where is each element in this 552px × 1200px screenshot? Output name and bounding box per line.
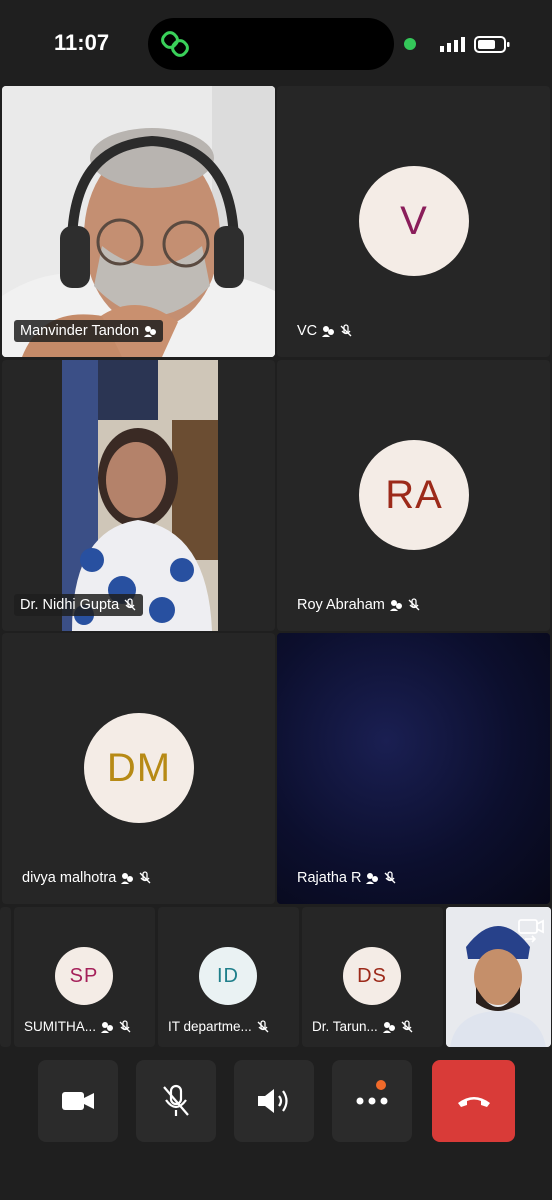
participant-name-label: IT departme... [164,1017,274,1036]
users-icon [382,1021,395,1033]
more-icon [356,1097,388,1105]
participant-name-label: Dr. Tarun... [308,1017,418,1036]
mic-off-icon [119,1019,131,1032]
camera-button[interactable] [38,1060,118,1142]
mic-off-icon [257,1019,269,1032]
mic-off-icon [340,324,352,337]
avatar-initials: SP [69,964,99,987]
participant-name: Manvinder Tandon [20,323,140,339]
participant-video [277,633,550,904]
end-call-button[interactable] [432,1060,515,1142]
participant-tile-manvinder[interactable]: Manvinder Tandon [2,86,275,357]
avatar: DS [343,947,401,1005]
switch-camera-icon[interactable] [517,917,545,943]
participant-tile-nidhi[interactable]: Dr. Nidhi Gupta [2,360,275,631]
participant-video [62,360,218,631]
participant-tile-rajatha[interactable]: Rajatha R [277,633,550,904]
users-icon [389,600,402,611]
speaker-button[interactable] [234,1060,314,1142]
participant-name: SUMITHA... [24,1019,97,1034]
participant-strip-tile-it[interactable]: ID IT departme... [158,907,299,1047]
mic-off-icon [124,598,136,611]
participant-video [2,86,275,357]
participant-name-label: Roy Abraham [291,594,427,616]
participant-name: divya malhotra [22,870,117,886]
camera-in-use-indicator [404,38,416,50]
battery-icon [474,36,510,53]
avatar: SP [55,947,113,1005]
participant-name-label: Rajatha R [291,867,403,889]
camera-icon [62,1092,94,1110]
dynamic-island [148,18,394,70]
participant-name-label: divya malhotra [16,867,158,889]
notification-badge [376,1080,386,1090]
avatar: ID [199,947,257,1005]
mic-off-icon [385,871,396,884]
participant-tile-vc[interactable]: V VC [277,86,550,357]
participant-name: Rajatha R [297,870,362,886]
participant-strip-tile-tarun[interactable]: DS Dr. Tarun... [302,907,443,1047]
participant-name-label: Manvinder Tandon [14,320,164,342]
participant-tile-divya[interactable]: DM divya malhotra [2,633,275,904]
participant-name: Dr. Nidhi Gupta [20,597,120,613]
participant-strip-tile-sumitha[interactable]: SP SUMITHA... [14,907,155,1047]
participant-strip-edge[interactable] [0,907,11,1047]
participant-name-label: Dr. Nidhi Gupta [14,594,144,616]
mic-off-icon [408,598,420,611]
avatar-initials: DS [357,964,387,987]
mute-button[interactable] [136,1060,216,1142]
mic-off-icon [139,871,151,884]
participant-name: VC [297,323,318,339]
avatar: RA [359,440,469,550]
participant-tile-roy[interactable]: RA Roy Abraham [277,360,550,631]
avatar: V [359,166,469,276]
participant-name: Dr. Tarun... [312,1019,378,1034]
self-view-tile[interactable] [446,907,551,1047]
avatar-initials: RA [385,472,443,517]
users-icon [366,873,379,884]
speaker-icon [258,1089,288,1113]
clock: 11:07 [54,30,110,55]
avatar-initials: ID [217,964,239,987]
avatar: DM [84,713,194,823]
mic-off-icon [401,1019,413,1032]
more-options-button[interactable] [332,1060,412,1142]
users-icon [322,326,335,337]
users-icon [144,326,157,337]
participant-name: IT departme... [168,1019,252,1034]
users-icon [121,873,134,884]
mic-off-icon [163,1084,189,1116]
status-bar: 11:07 [0,0,552,84]
avatar-initials: V [400,198,428,243]
users-icon [101,1021,114,1033]
participant-name: Roy Abraham [297,597,385,613]
link-icon [161,31,189,57]
participant-name-label: SUMITHA... [20,1017,136,1036]
end-call-icon [457,1097,490,1107]
avatar-initials: DM [106,745,172,790]
signal-icon [440,37,465,52]
participant-name-label: VC [291,320,359,342]
